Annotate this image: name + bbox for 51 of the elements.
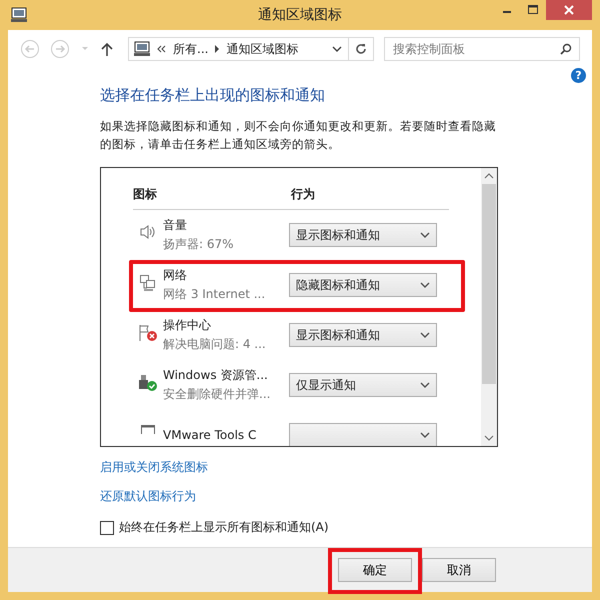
description-text: 如果选择隐藏图标和通知，则不会向你通知更改和更新。若要随时查看隐藏的图标，请单击任务栏上通知区域旁的箭头。 <box>100 118 497 153</box>
chevron-down-icon <box>420 431 430 439</box>
close-button[interactable] <box>546 0 592 20</box>
help-button[interactable]: ? <box>571 68 586 83</box>
item-name: VMware Tools C <box>163 428 258 442</box>
item-detail: 网络 3 Internet ... <box>163 286 266 303</box>
page-heading: 选择在任务栏上出现的图标和通知 <box>100 86 326 105</box>
chevron-down-icon <box>420 281 430 289</box>
window-title: 通知区域图标 <box>257 6 343 24</box>
up-button[interactable] <box>100 41 114 57</box>
search-field[interactable]: 搜索控制面板 <box>384 37 580 61</box>
refresh-icon <box>354 42 368 56</box>
search-icon <box>560 43 572 55</box>
behavior-dropdown[interactable]: 显示图标和通知 <box>289 323 437 347</box>
computer-icon <box>133 41 151 57</box>
item-name: 网络 <box>163 267 188 284</box>
behavior-dropdown[interactable]: 隐藏图标和通知 <box>289 273 437 297</box>
chevron-right-icon <box>214 45 220 53</box>
flag-error-icon <box>138 324 158 342</box>
chevron-down-icon <box>420 381 430 389</box>
window-icon <box>140 424 156 434</box>
chevron-down-icon <box>420 331 430 339</box>
chevron-down-icon[interactable] <box>332 45 342 53</box>
behavior-dropdown[interactable]: 仅显示通知 <box>289 373 437 397</box>
breadcrumb[interactable]: 所有... <box>173 40 208 58</box>
link[interactable]: 还原默认图标行为 <box>100 488 592 505</box>
breadcrumb[interactable]: 通知区域图标 <box>226 40 298 58</box>
item-detail: 解决电脑问题: 4 ... <box>163 336 267 353</box>
scroll-up-icon[interactable] <box>484 172 494 180</box>
item-name: 音量 <box>163 217 188 234</box>
scroll-down-icon[interactable] <box>484 434 494 442</box>
usb-check-icon <box>138 374 158 392</box>
item-name: Windows 资源管... <box>163 367 269 384</box>
link[interactable]: 启用或关闭系统图标 <box>100 459 592 476</box>
computer-icon <box>10 7 28 23</box>
item-detail: 安全删除硬件并弹... <box>163 386 272 403</box>
item-name: 操作中心 <box>163 317 212 334</box>
column-header: 图标 <box>133 186 158 203</box>
chevron-down-icon <box>420 231 430 239</box>
dialog-button[interactable]: 确定 <box>338 558 412 582</box>
checkbox-label: 始终在任务栏上显示所有图标和通知(A) <box>119 519 329 536</box>
address-bar[interactable]: 所有... 通知区域图标 <box>128 37 374 61</box>
speaker-icon <box>139 224 157 240</box>
dialog-button[interactable]: 取消 <box>422 558 496 582</box>
scrollbar[interactable] <box>481 168 497 446</box>
column-header: 行为 <box>291 186 315 203</box>
network-icon <box>139 274 157 292</box>
behavior-dropdown[interactable]: 显示图标和通知 <box>289 223 437 247</box>
checkbox[interactable] <box>100 520 114 534</box>
item-detail: 扬声器: 67% <box>163 236 235 253</box>
double-chevron-icon <box>157 45 167 53</box>
